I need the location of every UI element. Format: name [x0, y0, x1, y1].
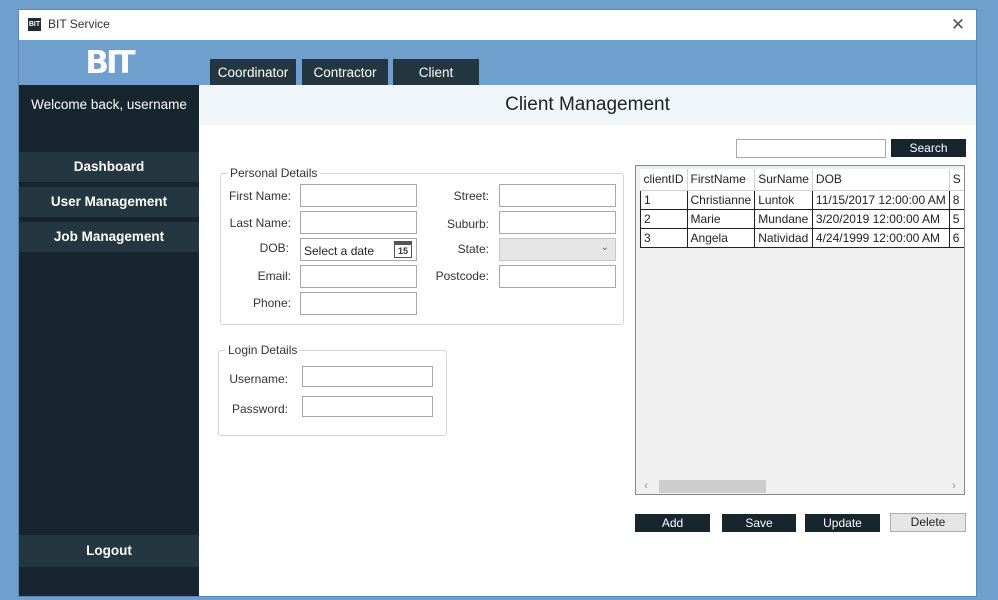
column-header-dob[interactable]: DOB — [812, 169, 950, 191]
table-row[interactable]: 2 Marie Mundane 3/20/2019 12:00:00 AM 5 — [640, 208, 964, 229]
first-name-label: First Name: — [228, 189, 291, 203]
sidebar-item-dashboard[interactable]: Dashboard — [19, 152, 199, 182]
search-button[interactable]: Search — [891, 139, 966, 157]
phone-label: Phone: — [252, 296, 291, 310]
state-label: State: — [457, 242, 489, 256]
title-bar: BIT BIT Service ✕ — [19, 10, 976, 40]
table-cell[interactable]: Angela — [686, 227, 756, 248]
password-input[interactable] — [302, 396, 433, 417]
column-header-client-id[interactable]: clientID — [640, 169, 688, 191]
street-label: Street: — [453, 189, 489, 203]
dob-label: DOB: — [259, 241, 289, 255]
table-cell[interactable]: 3/20/2019 12:00:00 AM — [811, 208, 950, 229]
app-icon: BIT — [28, 18, 41, 31]
table-cell[interactable]: 1 — [640, 189, 688, 210]
scroll-left-icon[interactable]: ‹ — [644, 478, 648, 492]
table-row[interactable]: 3 Angela Natividad 4/24/1999 12:00:00 AM… — [640, 227, 964, 248]
dob-placeholder: Select a date — [304, 244, 375, 258]
street-input[interactable] — [499, 184, 616, 207]
table-row[interactable]: 1 Christianne Luntok 11/15/2017 12:00:00… — [640, 189, 964, 210]
tab-coordinator[interactable]: Coordinator — [210, 59, 296, 85]
update-button[interactable]: Update — [805, 514, 880, 532]
tab-client[interactable]: Client — [393, 59, 479, 85]
sidebar-item-job-management[interactable]: Job Management — [19, 222, 199, 252]
table-cell[interactable]: Natividad — [754, 227, 813, 248]
sidebar-item-user-management[interactable]: User Management — [19, 187, 199, 217]
table-cell[interactable]: Marie — [686, 208, 756, 229]
client-table: clientID FirstName SurName DOB S 1 Chris… — [640, 169, 964, 248]
add-button[interactable]: Add — [635, 514, 710, 532]
table-cell[interactable]: Christianne — [686, 189, 756, 210]
table-cell[interactable]: 8 — [948, 189, 964, 210]
column-header-street[interactable]: S — [949, 169, 964, 191]
sidebar: BIT Welcome back, username Dashboard Use… — [19, 40, 199, 596]
close-icon: ✕ — [950, 15, 966, 34]
horizontal-scrollbar[interactable]: ‹ › — [636, 477, 964, 494]
email-label: Email: — [257, 269, 291, 283]
suburb-label: Suburb: — [446, 217, 489, 231]
email-input[interactable] — [300, 265, 417, 288]
first-name-input[interactable] — [300, 184, 417, 207]
table-cell[interactable]: 2 — [640, 208, 688, 229]
table-cell[interactable]: 11/15/2017 12:00:00 AM — [811, 189, 950, 210]
phone-input[interactable] — [300, 292, 417, 315]
logo: BIT — [85, 44, 135, 81]
last-name-input[interactable] — [300, 211, 417, 234]
column-header-surname[interactable]: SurName — [754, 169, 813, 191]
last-name-label: Last Name: — [229, 216, 291, 230]
tab-contractor[interactable]: Contractor — [302, 59, 388, 85]
search-input[interactable] — [736, 139, 886, 158]
scroll-thumb[interactable] — [659, 480, 766, 493]
client-grid[interactable]: clientID FirstName SurName DOB S 1 Chris… — [635, 165, 965, 495]
personal-details-legend: Personal Details — [227, 166, 321, 180]
chevron-down-icon: ⌄ — [600, 242, 609, 253]
state-select[interactable]: ⌄ — [499, 238, 616, 261]
table-cell[interactable]: 5 — [948, 208, 964, 229]
logo-area: BIT — [19, 40, 199, 85]
calendar-icon[interactable]: 15 — [394, 241, 412, 258]
logout-button[interactable]: Logout — [19, 535, 199, 567]
table-cell[interactable]: 4/24/1999 12:00:00 AM — [811, 227, 950, 248]
password-label: Password: — [231, 402, 288, 416]
dob-datepicker[interactable]: Select a date 15 — [300, 238, 417, 261]
postcode-label: Postcode: — [435, 269, 489, 283]
delete-button[interactable]: Delete — [890, 513, 966, 532]
postcode-input[interactable] — [499, 265, 616, 288]
table-cell[interactable]: 6 — [948, 227, 964, 248]
welcome-text: Welcome back, username — [31, 97, 187, 112]
login-details-legend: Login Details — [225, 343, 301, 357]
save-button[interactable]: Save — [722, 514, 796, 532]
scroll-right-icon[interactable]: › — [952, 478, 956, 492]
tab-bar: Coordinator Contractor Client — [199, 40, 976, 85]
username-input[interactable] — [302, 366, 433, 387]
table-cell[interactable]: 3 — [640, 227, 688, 248]
heading-bar: Client Management — [199, 85, 976, 125]
close-button[interactable]: ✕ — [946, 13, 970, 37]
table-cell[interactable]: Luntok — [754, 189, 813, 210]
page-title: Client Management — [505, 94, 670, 115]
table-header-row: clientID FirstName SurName DOB S — [640, 169, 964, 191]
username-label: Username: — [229, 372, 288, 386]
column-header-first-name[interactable]: FirstName — [687, 169, 756, 191]
login-details-group: Login Details — [218, 343, 447, 436]
table-cell[interactable]: Mundane — [754, 208, 813, 229]
app-window: BIT BIT Service ✕ BIT Welcome back, user… — [19, 10, 976, 596]
window-title: BIT Service — [48, 17, 110, 31]
suburb-input[interactable] — [499, 211, 616, 234]
